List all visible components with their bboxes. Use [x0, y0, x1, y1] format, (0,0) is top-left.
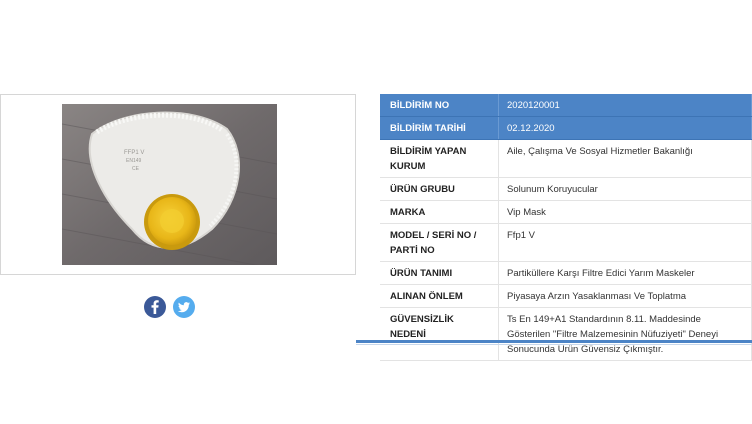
- row-label: ÜRÜN TANIMI: [380, 261, 499, 285]
- row-label: MARKA: [380, 200, 499, 224]
- row-label: ÜRÜN GRUBU: [380, 177, 499, 201]
- table-row: BİLDİRİM TARİHİ 02.12.2020: [380, 116, 752, 140]
- table-row: BİLDİRİM NO 2020120001: [380, 94, 752, 117]
- row-label: MODEL / SERİ NO / PARTİ NO: [380, 223, 499, 262]
- row-value: 2020120001: [498, 94, 752, 117]
- row-value: 02.12.2020: [498, 116, 752, 140]
- svg-text:CE: CE: [132, 166, 140, 172]
- row-value: Vip Mask: [498, 200, 752, 224]
- facebook-icon: [151, 300, 159, 314]
- row-value: Partiküllere Karşı Filtre Edici Yarım Ma…: [498, 261, 752, 285]
- table-bottom-line: [356, 344, 752, 345]
- row-value: Piyasaya Arzın Yasaklanması Ve Toplatma: [498, 284, 752, 308]
- table-row: GÜVENSİZLİK NEDENİ Ts En 149+A1 Standardı…: [380, 307, 752, 361]
- row-value: Solunum Koruyucular: [498, 177, 752, 201]
- table-bottom-bar: [356, 340, 752, 343]
- notification-table: BİLDİRİM NO 2020120001 BİLDİRİM TARİHİ 02.1…: [380, 94, 752, 361]
- row-value: Aile, Çalışma Ve Sosyal Hizmetler Bakanl…: [498, 139, 752, 178]
- row-label: BİLDİRİM NO: [380, 94, 499, 117]
- twitter-share-button[interactable]: [173, 296, 195, 318]
- table-row: ÜRÜN GRUBU Solunum Koruyucular: [380, 177, 752, 201]
- row-label: ALINAN ÖNLEM: [380, 284, 499, 308]
- product-image: FFP1 V EN149 CE: [62, 104, 277, 265]
- facebook-share-button[interactable]: [144, 296, 166, 318]
- row-label: GÜVENSİZLİK NEDENİ: [380, 307, 499, 361]
- svg-text:EN149: EN149: [126, 158, 142, 164]
- table-row: BİLDİRİM YAPAN KURUM Aile, Çalışma Ve Sos…: [380, 139, 752, 178]
- svg-text:FFP1 V: FFP1 V: [124, 150, 144, 156]
- row-value: Ts En 149+A1 Standardının 8.11. Maddesin…: [498, 307, 752, 361]
- table-row: ALINAN ÖNLEM Piyasaya Arzın Yasaklanması …: [380, 284, 752, 308]
- row-label: BİLDİRİM TARİHİ: [380, 116, 499, 140]
- row-label: BİLDİRİM YAPAN KURUM: [380, 139, 499, 178]
- table-row: ÜRÜN TANIMI Partiküllere Karşı Filtre Edi…: [380, 261, 752, 285]
- row-value: Ffp1 V: [498, 223, 752, 262]
- twitter-icon: [177, 302, 190, 313]
- table-row: MARKA Vip Mask: [380, 200, 752, 224]
- table-row: MODEL / SERİ NO / PARTİ NO Ffp1 V: [380, 223, 752, 262]
